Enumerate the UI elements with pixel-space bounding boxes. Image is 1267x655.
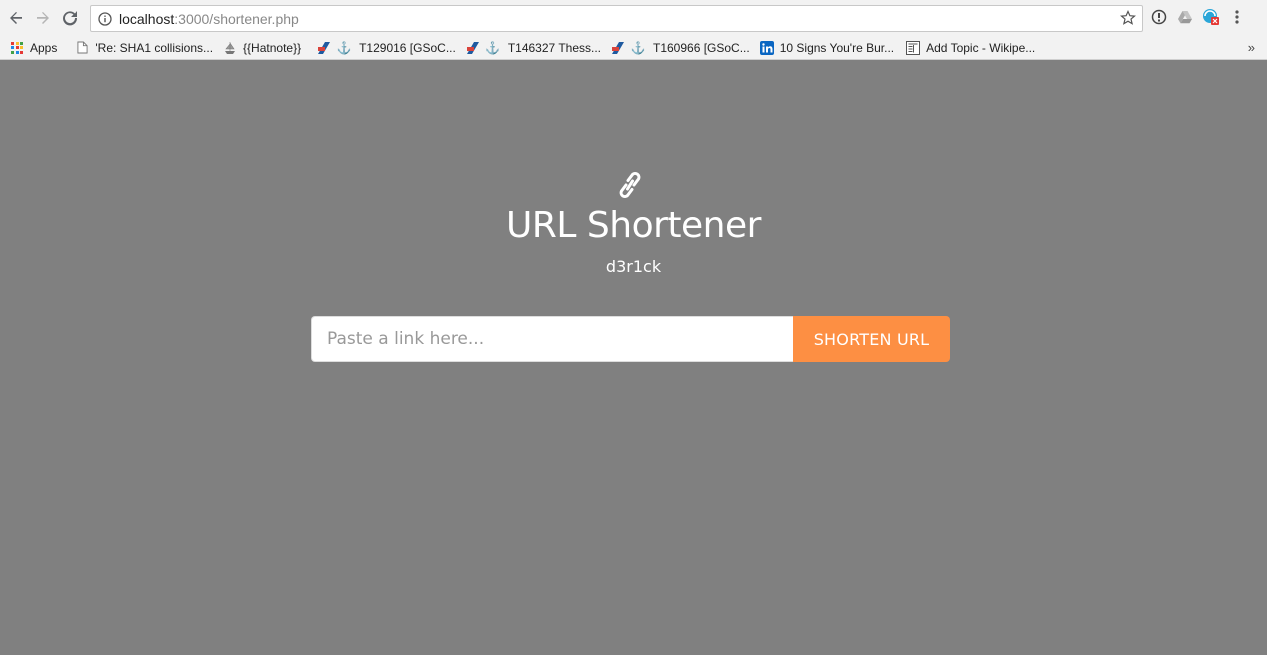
anchor-icon: ⚓ bbox=[336, 40, 352, 55]
phabricator-icon bbox=[611, 41, 625, 55]
bookmark-hatnote[interactable]: {{Hatnote}} bbox=[218, 36, 306, 60]
bookmark-10-signs[interactable]: 10 Signs You're Bur... bbox=[755, 36, 899, 60]
url-text: localhost:3000/shortener.php bbox=[119, 10, 299, 27]
bookmark-add-topic[interactable]: Add Topic - Wikipe... bbox=[901, 36, 1040, 60]
google-drive-icon[interactable] bbox=[1176, 8, 1194, 26]
bookmark-star-icon[interactable] bbox=[1120, 10, 1136, 26]
extension-vpn-icon[interactable] bbox=[1202, 8, 1220, 26]
bookmark-t129016[interactable]: ⚓ T129016 [GSoC... bbox=[312, 36, 461, 60]
link-input[interactable] bbox=[311, 316, 793, 362]
bookmark-label: T146327 Thess... bbox=[507, 40, 601, 55]
apps-grid-icon bbox=[10, 41, 24, 55]
bookmarks-bar: Apps 'Re: SHA1 collisions... {{Hatnote}}… bbox=[0, 36, 1267, 60]
bookmark-label: Apps bbox=[30, 40, 58, 55]
linkedin-icon bbox=[759, 40, 774, 55]
shorten-url-button[interactable]: SHORTEN URL bbox=[793, 316, 950, 362]
page-content: URL Shortener d3r1ck SHORTEN URL bbox=[0, 61, 1267, 655]
page-icon bbox=[75, 41, 89, 55]
bookmark-t160966[interactable]: ⚓ T160966 [GSoC... bbox=[606, 36, 755, 60]
bookmark-apps[interactable]: Apps bbox=[5, 36, 62, 60]
phabricator-icon bbox=[466, 41, 480, 55]
bookmark-label: {{Hatnote}} bbox=[243, 40, 302, 55]
bookmark-label: T160966 [GSoC... bbox=[653, 40, 750, 55]
link-icon bbox=[619, 171, 641, 199]
address-bar[interactable]: localhost:3000/shortener.php bbox=[90, 5, 1143, 32]
bookmark-sha1-collisions[interactable]: 'Re: SHA1 collisions... bbox=[70, 36, 218, 60]
menu-kebab-icon[interactable] bbox=[1228, 8, 1246, 26]
page-subtitle: d3r1ck bbox=[605, 257, 662, 276]
reload-icon bbox=[63, 11, 78, 26]
forward-arrow-icon bbox=[37, 12, 49, 24]
browser-toolbar: localhost:3000/shortener.php bbox=[0, 0, 1267, 36]
bookmark-label: 10 Signs You're Bur... bbox=[779, 40, 895, 55]
extension-privacy-icon[interactable] bbox=[1150, 8, 1168, 26]
bookmark-label: T129016 [GSoC... bbox=[359, 40, 456, 55]
bookmarks-overflow-button[interactable]: » bbox=[1248, 40, 1255, 55]
anchor-icon: ⚓ bbox=[485, 40, 501, 55]
reload-button[interactable] bbox=[59, 7, 81, 29]
back-button[interactable] bbox=[5, 7, 27, 29]
back-arrow-icon bbox=[10, 12, 22, 24]
page-title: URL Shortener bbox=[506, 205, 761, 246]
shorten-form: SHORTEN URL bbox=[311, 316, 950, 362]
bookmark-t146327[interactable]: ⚓ T146327 Thess... bbox=[461, 36, 606, 60]
phabricator-icon bbox=[317, 41, 331, 55]
info-icon[interactable] bbox=[98, 11, 112, 26]
wiki-icon bbox=[906, 40, 921, 55]
forward-button[interactable] bbox=[32, 7, 54, 29]
bookmark-label: Add Topic - Wikipe... bbox=[926, 40, 1036, 55]
ship-icon bbox=[223, 41, 237, 55]
anchor-icon: ⚓ bbox=[630, 40, 646, 55]
bookmark-label: 'Re: SHA1 collisions... bbox=[95, 40, 214, 55]
